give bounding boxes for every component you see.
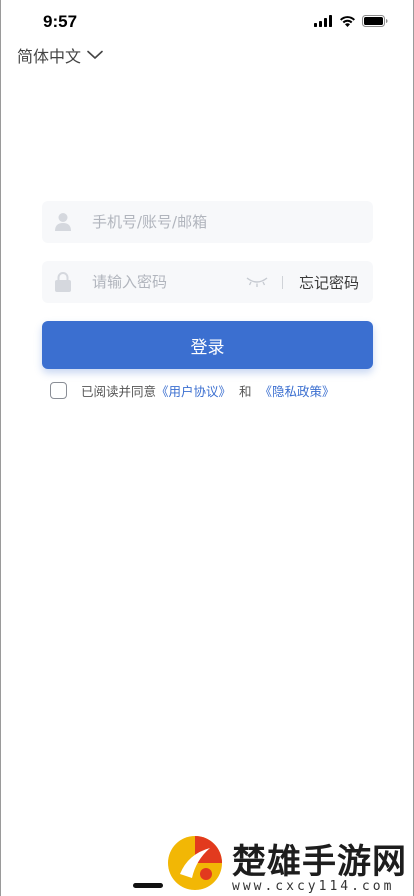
privacy-policy-link[interactable]: 《隐私政策》	[260, 381, 335, 400]
watermark-title: 楚雄手游网	[232, 842, 407, 882]
login-button[interactable]: 登录	[42, 321, 373, 369]
user-agreement-link[interactable]: 《用户协议》	[156, 381, 231, 400]
status-bar: 9:57	[0, 0, 414, 46]
user-icon	[55, 213, 71, 231]
home-indicator	[133, 883, 163, 888]
phone-frame	[0, 0, 414, 896]
agreement-row: 已阅读并同意 《用户协议》 和 《隐私政策》	[50, 381, 335, 400]
lock-icon	[55, 272, 71, 292]
password-field: 忘记密码	[42, 261, 373, 303]
eye-closed-icon[interactable]	[246, 276, 268, 288]
cellular-signal-icon	[314, 15, 332, 27]
language-label: 简体中文	[17, 47, 82, 66]
field-divider	[282, 276, 283, 289]
agreement-conjunction: 和	[239, 384, 252, 399]
status-icons	[314, 15, 388, 27]
forgot-password-link[interactable]: 忘记密码	[299, 272, 359, 293]
chevron-down-icon	[87, 50, 103, 59]
status-time: 9:57	[43, 12, 78, 31]
watermark: 楚雄手游网 www.cxcy114.com	[166, 832, 414, 896]
wifi-icon	[340, 16, 355, 27]
agree-checkbox[interactable]	[50, 382, 67, 399]
watermark-url: www.cxcy114.com	[232, 879, 395, 894]
account-input[interactable]	[92, 201, 282, 243]
watermark-logo-icon	[168, 836, 222, 890]
account-field	[42, 201, 373, 243]
agreement-prefix: 已阅读并同意	[81, 384, 157, 399]
battery-icon	[362, 15, 388, 27]
language-selector[interactable]: 简体中文	[17, 43, 103, 67]
